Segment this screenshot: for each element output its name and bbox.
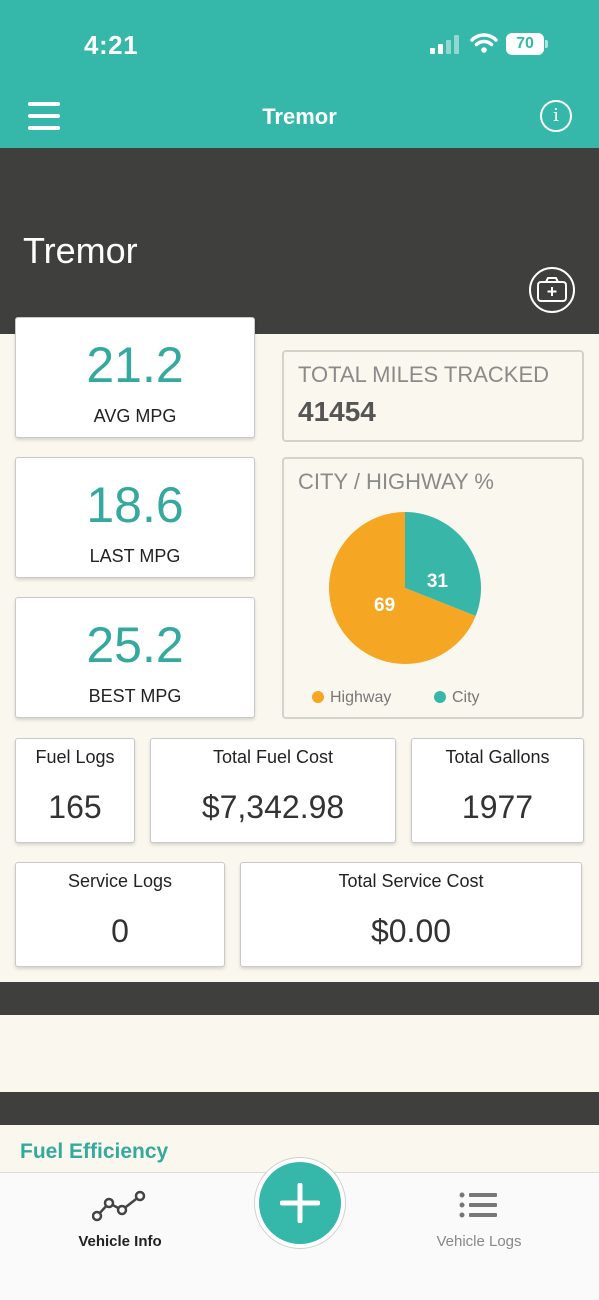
avg-mpg-label: AVG MPG	[93, 406, 177, 426]
pie-label-highway: 69	[374, 595, 395, 616]
info-icon[interactable]: i	[540, 100, 572, 132]
total-fuel-cost-label: Total Fuel Cost	[212, 747, 334, 767]
fuel-logs-value: 165	[48, 789, 102, 825]
section-divider	[0, 982, 599, 1015]
vehicle-header: Tremor	[0, 148, 599, 334]
fuel-logs-card: Fuel Logs 165	[15, 738, 135, 843]
status-bar: 4:21 70	[0, 0, 599, 88]
total-service-cost-label: Total Service Cost	[338, 871, 484, 891]
service-logs-label: Service Logs	[67, 871, 173, 891]
battery-level: 70	[506, 33, 544, 55]
legend-highway-swatch	[312, 691, 324, 703]
last-mpg-label: LAST MPG	[89, 546, 181, 566]
plus-icon	[280, 1183, 320, 1223]
total-gallons-card: Total Gallons 1977	[411, 738, 584, 843]
best-mpg-value: 25.2	[86, 617, 184, 673]
best-mpg-card: 25.2 BEST MPG	[15, 597, 255, 718]
battery-icon: 70	[506, 33, 548, 55]
tab-vehicle-logs[interactable]: Vehicle Logs	[379, 1173, 579, 1273]
add-photo-camera-icon[interactable]	[529, 267, 575, 313]
pie-label-city: 31	[427, 571, 449, 592]
empty-section	[0, 1015, 599, 1092]
total-gallons-value: 1977	[461, 789, 534, 825]
vehicle-name: Tremor	[23, 230, 138, 271]
best-mpg-label: BEST MPG	[88, 686, 182, 706]
total-miles-panel: TOTAL MILES TRACKED 41454	[282, 350, 584, 442]
section-divider	[0, 1092, 599, 1125]
fuel-logs-label: Fuel Logs	[35, 747, 115, 767]
add-log-button[interactable]	[254, 1157, 346, 1249]
total-fuel-cost-card: Total Fuel Cost $7,342.98	[150, 738, 396, 843]
total-miles-label: TOTAL MILES TRACKED	[298, 362, 550, 387]
service-logs-value: 0	[111, 913, 129, 949]
legend-city: City	[434, 689, 480, 707]
status-time: 4:21	[84, 30, 139, 60]
legend-city-label: City	[452, 689, 480, 706]
city-highway-pie-chart: 31 69	[329, 512, 481, 664]
nav-title: Tremor	[262, 104, 337, 129]
avg-mpg-card: 21.2 AVG MPG	[15, 317, 255, 438]
cellular-signal-icon	[430, 34, 460, 54]
service-logs-card: Service Logs 0	[15, 862, 225, 967]
avg-mpg-value: 21.2	[86, 337, 184, 393]
total-service-cost-value: $0.00	[370, 913, 452, 949]
total-fuel-cost-value: $7,342.98	[201, 789, 345, 825]
legend-city-swatch	[434, 691, 446, 703]
tab-vehicle-info[interactable]: Vehicle Info	[20, 1173, 220, 1273]
last-mpg-card: 18.6 LAST MPG	[15, 457, 255, 578]
city-highway-panel: CITY / HIGHWAY % 31 69 Highway City	[282, 457, 584, 719]
nav-bar: Tremor i	[0, 88, 599, 148]
line-chart-icon	[92, 1190, 146, 1222]
total-miles-value: 41454	[298, 396, 376, 427]
tab-vehicle-info-label: Vehicle Info	[78, 1233, 162, 1250]
legend-highway-label: Highway	[330, 689, 392, 706]
legend-highway: Highway	[312, 689, 391, 707]
total-service-cost-card: Total Service Cost $0.00	[240, 862, 582, 967]
wifi-icon	[470, 33, 498, 53]
last-mpg-value: 18.6	[86, 477, 184, 533]
tab-vehicle-logs-label: Vehicle Logs	[436, 1233, 522, 1250]
fuel-efficiency-heading: Fuel Efficiency	[20, 1140, 169, 1163]
total-gallons-label: Total Gallons	[445, 747, 550, 767]
list-icon	[459, 1192, 497, 1218]
